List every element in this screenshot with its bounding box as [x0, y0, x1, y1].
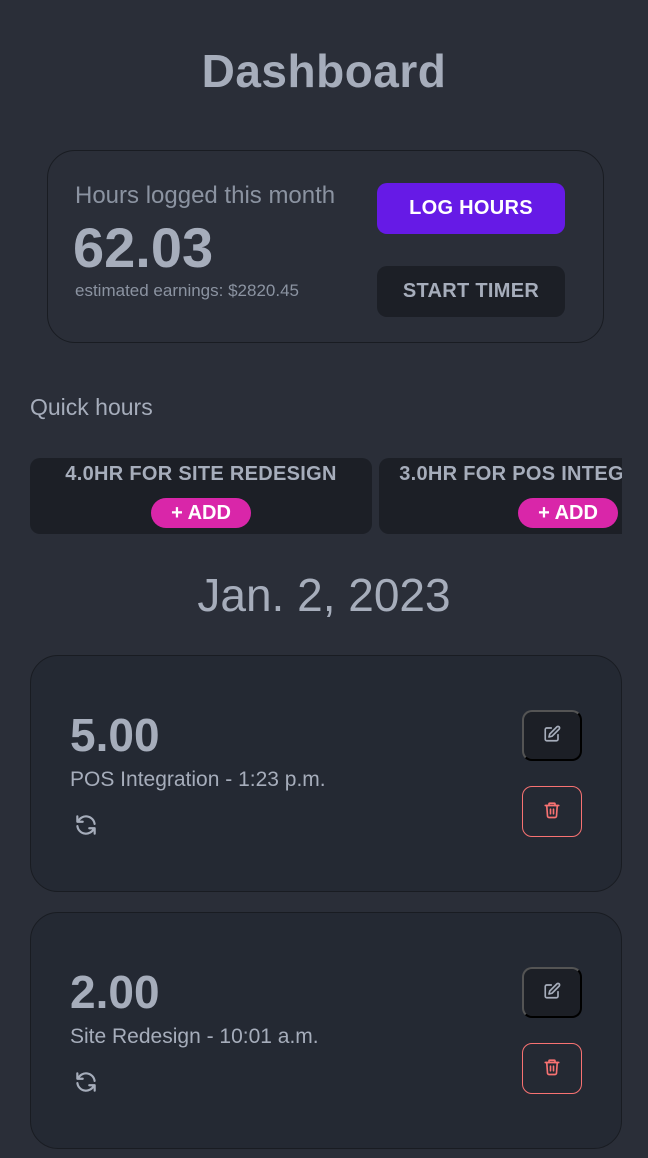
page-title: Dashboard — [201, 45, 447, 97]
edit-entry-button[interactable] — [522, 710, 582, 761]
quick-hours-carousel[interactable]: 4.0HR FOR SITE REDESIGN + ADD 3.0HR FOR … — [30, 458, 622, 534]
quick-hours-label: Quick hours — [30, 394, 153, 420]
edit-entry-button[interactable] — [522, 967, 582, 1018]
hours-total: 62.03 — [73, 216, 214, 279]
hours-entry-card: 5.00 POS Integration - 1:23 p.m. — [30, 655, 622, 892]
repeat-icon[interactable] — [72, 1068, 100, 1096]
quick-hours-card: 4.0HR FOR SITE REDESIGN + ADD — [30, 458, 372, 534]
quick-hours-card-label: 3.0HR FOR POS INTEGRATION — [399, 463, 622, 485]
estimated-earnings: estimated earnings: $2820.45 — [75, 281, 299, 300]
trash-icon — [543, 1058, 561, 1079]
repeat-icon[interactable] — [72, 811, 100, 839]
quick-add-button[interactable]: + ADD — [151, 498, 251, 528]
entry-hours: 2.00 — [70, 966, 160, 1018]
dashboard-page: Dashboard Hours logged this month 62.03 … — [0, 0, 648, 1158]
hours-entry-card: 2.00 Site Redesign - 10:01 a.m. — [30, 912, 622, 1149]
quick-add-button[interactable]: + ADD — [518, 498, 618, 528]
entry-description: Site Redesign - 10:01 a.m. — [70, 1025, 319, 1048]
date-heading: Jan. 2, 2023 — [197, 569, 451, 621]
delete-entry-button[interactable] — [522, 1043, 582, 1094]
log-hours-button[interactable]: LOG HOURS — [377, 183, 565, 234]
entry-hours: 5.00 — [70, 709, 160, 761]
entry-description: POS Integration - 1:23 p.m. — [70, 768, 326, 791]
delete-entry-button[interactable] — [522, 786, 582, 837]
quick-hours-card-label: 4.0HR FOR SITE REDESIGN — [65, 463, 337, 485]
stats-label: Hours logged this month — [75, 182, 336, 209]
edit-icon — [543, 725, 561, 746]
start-timer-button[interactable]: START TIMER — [377, 266, 565, 317]
trash-icon — [543, 801, 561, 822]
quick-hours-card: 3.0HR FOR POS INTEGRATION + ADD — [379, 458, 622, 534]
monthly-stats-card: Hours logged this month 62.03 estimated … — [47, 150, 604, 343]
edit-icon — [543, 982, 561, 1003]
